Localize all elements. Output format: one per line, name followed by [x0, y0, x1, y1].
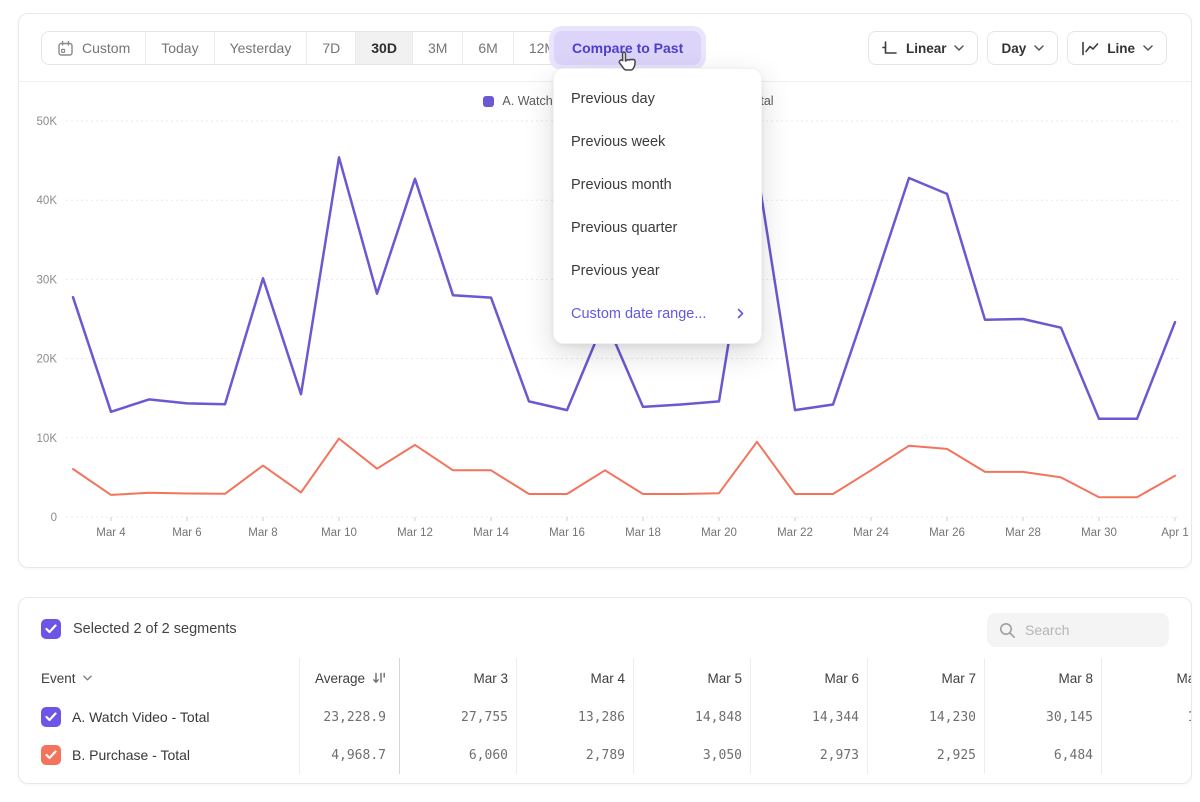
search-icon	[999, 622, 1016, 639]
svg-text:Apr 1: Apr 1	[1161, 527, 1189, 539]
row-checkbox[interactable]	[41, 707, 61, 727]
chevron-down-icon	[83, 675, 92, 681]
chevron-right-icon	[737, 308, 744, 319]
compare-to-past-button[interactable]: Compare to Past	[554, 31, 701, 65]
svg-text:Mar 4: Mar 4	[96, 527, 126, 539]
svg-text:0: 0	[51, 512, 57, 524]
svg-text:Mar 28: Mar 28	[1005, 527, 1041, 539]
segments-table: Event Average Mar 3 Mar 4 Mar 5 Mar 6 Ma…	[19, 658, 1192, 774]
segments-header-row: Selected 2 of 2 segments	[41, 619, 237, 639]
date-column-header: Mar 9	[1102, 658, 1192, 698]
svg-text:30K: 30K	[37, 274, 58, 286]
cell-value: 15,	[1102, 698, 1192, 736]
legend-swatch-purple	[483, 96, 494, 107]
search-input[interactable]	[1025, 622, 1155, 638]
svg-text:Mar 14: Mar 14	[473, 527, 509, 539]
menu-item-previous-month[interactable]: Previous month	[554, 163, 761, 206]
date-column-header: Mar 3	[400, 658, 517, 698]
svg-text:Mar 6: Mar 6	[172, 527, 201, 539]
svg-text:Mar 22: Mar 22	[777, 527, 813, 539]
svg-text:Mar 20: Mar 20	[701, 527, 737, 539]
event-column-header[interactable]: Event	[19, 658, 300, 698]
menu-item-previous-quarter[interactable]: Previous quarter	[554, 206, 761, 249]
svg-text:Mar 26: Mar 26	[929, 527, 965, 539]
date-column-header: Mar 4	[517, 658, 634, 698]
menu-item-previous-year[interactable]: Previous year	[554, 249, 761, 292]
cell-value: 14,344	[751, 698, 868, 736]
select-all-checkbox[interactable]	[41, 619, 61, 639]
sort-descending-icon	[372, 671, 386, 685]
cell-value: 2,973	[751, 736, 868, 774]
cell-value: 13,286	[517, 698, 634, 736]
segments-selected-label: Selected 2 of 2 segments	[73, 621, 237, 637]
check-icon	[45, 712, 57, 722]
svg-text:Mar 8: Mar 8	[248, 527, 277, 539]
cell-value: 27,755	[400, 698, 517, 736]
date-column-header: Mar 5	[634, 658, 751, 698]
table-row-purchase: B. Purchase - Total	[19, 736, 300, 774]
row-label: B. Purchase - Total	[72, 747, 190, 763]
table-row-watch-video: A. Watch Video - Total	[19, 698, 300, 736]
cell-value: 6,060	[400, 736, 517, 774]
svg-text:Mar 12: Mar 12	[397, 527, 433, 539]
cell-value: 3,	[1102, 736, 1192, 774]
check-icon	[45, 624, 57, 634]
row-checkbox[interactable]	[41, 745, 61, 765]
cell-value: 6,484	[985, 736, 1102, 774]
svg-text:10K: 10K	[37, 433, 58, 445]
svg-text:Mar 24: Mar 24	[853, 527, 889, 539]
svg-text:Mar 18: Mar 18	[625, 527, 661, 539]
date-column-header: Mar 6	[751, 658, 868, 698]
date-column-header: Mar 7	[868, 658, 985, 698]
cell-value: 3,050	[634, 736, 751, 774]
segments-table-card: Selected 2 of 2 segments Event Average	[18, 597, 1192, 784]
compare-to-past-menu: Previous day Previous week Previous mont…	[553, 68, 762, 344]
svg-text:Mar 10: Mar 10	[321, 527, 357, 539]
cell-value: 14,848	[634, 698, 751, 736]
svg-text:40K: 40K	[37, 195, 58, 207]
cell-value: 30,145	[985, 698, 1102, 736]
row-label: A. Watch Video - Total	[72, 709, 209, 725]
average-column-header[interactable]: Average	[300, 658, 400, 698]
date-column-header: Mar 8	[985, 658, 1102, 698]
average-value: 23,228.9	[300, 698, 400, 736]
svg-text:50K: 50K	[37, 116, 58, 128]
svg-text:Mar 30: Mar 30	[1081, 527, 1117, 539]
svg-text:20K: 20K	[37, 354, 58, 366]
menu-item-previous-day[interactable]: Previous day	[554, 77, 761, 120]
cell-value: 14,230	[868, 698, 985, 736]
average-value: 4,968.7	[300, 736, 400, 774]
svg-text:Mar 16: Mar 16	[549, 527, 585, 539]
search-box[interactable]	[987, 613, 1169, 647]
cell-value: 2,789	[517, 736, 634, 774]
analytics-report-page: { "toolbar": { "date_ranges": ["Custom",…	[0, 0, 1200, 802]
check-icon	[45, 750, 57, 760]
menu-item-previous-week[interactable]: Previous week	[554, 120, 761, 163]
cell-value: 2,925	[868, 736, 985, 774]
menu-item-custom-date-range[interactable]: Custom date range...	[554, 292, 761, 335]
